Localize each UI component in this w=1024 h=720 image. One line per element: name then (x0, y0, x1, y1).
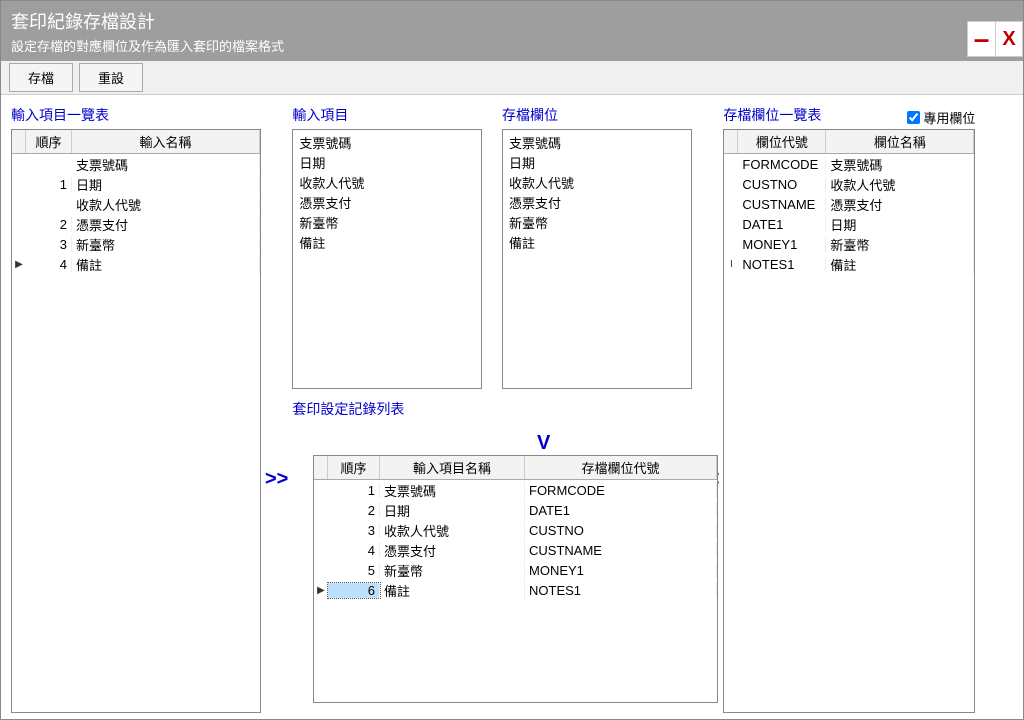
table-row[interactable]: 收款人代號 (12, 194, 260, 214)
list-item[interactable]: 收款人代號 (509, 174, 685, 194)
table-row[interactable]: 支票號碼 (12, 154, 260, 174)
table-row[interactable]: 2憑票支付 (12, 214, 260, 234)
list-item[interactable]: 憑票支付 (509, 194, 685, 214)
input-list-body[interactable]: 支票號碼1日期收款人代號2憑票支付3新臺幣▶4備註 (12, 154, 260, 684)
table-row[interactable]: CUSTNAME憑票支付 (724, 194, 974, 214)
record-list-header-code: 存檔欄位代號 (525, 456, 717, 479)
close-button[interactable]: X (995, 21, 1023, 57)
field-list-body[interactable]: FORMCODE支票號碼CUSTNO收款人代號CUSTNAME憑票支付DATE1… (724, 154, 974, 684)
save-fields-listbox[interactable]: 支票號碼日期收款人代號憑票支付新臺幣備註 (502, 129, 692, 389)
input-list-header-order: 順序 (26, 130, 72, 153)
toolbar: 存檔 重設 (1, 61, 1023, 95)
dedicated-field-label: 專用欄位 (923, 108, 975, 127)
record-list-header-item: 輸入項目名稱 (380, 456, 525, 479)
table-row[interactable]: MONEY1新臺幣 (724, 234, 974, 254)
input-items-listbox[interactable]: 支票號碼日期收款人代號憑票支付新臺幣備註 (292, 129, 482, 389)
minimize-button[interactable]: – (967, 21, 995, 57)
window-subtitle: 設定存檔的對應欄位及作為匯入套印的檔案格式 (11, 36, 284, 55)
field-list-header-code: 欄位代號 (738, 130, 826, 153)
list-item[interactable]: 支票號碼 (299, 134, 475, 154)
table-row[interactable]: 1支票號碼FORMCODE (314, 480, 717, 500)
table-row[interactable]: ▶6備註NOTES1 (314, 580, 717, 600)
table-row[interactable]: 2日期DATE1 (314, 500, 717, 520)
list-item[interactable]: 支票號碼 (509, 134, 685, 154)
reset-button[interactable]: 重設 (79, 63, 143, 92)
list-item[interactable]: 日期 (509, 154, 685, 174)
record-list-title: 套印設定記錄列表 (292, 399, 404, 419)
table-row[interactable]: ▶4備註 (12, 254, 260, 274)
list-item[interactable]: 備註 (299, 234, 475, 254)
table-row[interactable]: 3新臺幣 (12, 234, 260, 254)
table-row[interactable]: 4憑票支付CUSTNAME (314, 540, 717, 560)
titlebar: 套印紀錄存檔設計 設定存檔的對應欄位及作為匯入套印的檔案格式 – X (1, 1, 1023, 61)
input-items-title: 輸入項目 (292, 105, 482, 125)
list-item[interactable]: 新臺幣 (509, 214, 685, 234)
record-list-header-order: 順序 (328, 456, 380, 479)
table-row[interactable]: INOTES1備註 (724, 254, 974, 274)
input-list-title: 輸入項目一覽表 (11, 105, 261, 125)
input-list-header-name: 輸入名稱 (72, 130, 260, 153)
save-button[interactable]: 存檔 (9, 63, 73, 92)
list-item[interactable]: 憑票支付 (299, 194, 475, 214)
table-row[interactable]: DATE1日期 (724, 214, 974, 234)
list-item[interactable]: 新臺幣 (299, 214, 475, 234)
table-row[interactable]: 3收款人代號CUSTNO (314, 520, 717, 540)
dedicated-field-checkbox-input[interactable] (907, 111, 920, 124)
record-list-body[interactable]: 1支票號碼FORMCODE2日期DATE13收款人代號CUSTNO4憑票支付CU… (314, 480, 717, 702)
list-item[interactable]: 收款人代號 (299, 174, 475, 194)
table-row[interactable]: CUSTNO收款人代號 (724, 174, 974, 194)
table-row[interactable]: 5新臺幣MONEY1 (314, 560, 717, 580)
push-right-button[interactable]: >> (261, 468, 292, 491)
dedicated-field-checkbox[interactable]: 專用欄位 (907, 108, 975, 127)
table-row[interactable]: 1日期 (12, 174, 260, 194)
window-title: 套印紀錄存檔設計 (11, 8, 284, 34)
field-list-title: 存檔欄位一覽表 (723, 105, 821, 125)
list-item[interactable]: 備註 (509, 234, 685, 254)
down-button[interactable]: V (533, 432, 554, 455)
save-fields-title: 存檔欄位 (502, 105, 692, 125)
field-list-header-name: 欄位名稱 (826, 130, 974, 153)
table-row[interactable]: FORMCODE支票號碼 (724, 154, 974, 174)
list-item[interactable]: 日期 (299, 154, 475, 174)
